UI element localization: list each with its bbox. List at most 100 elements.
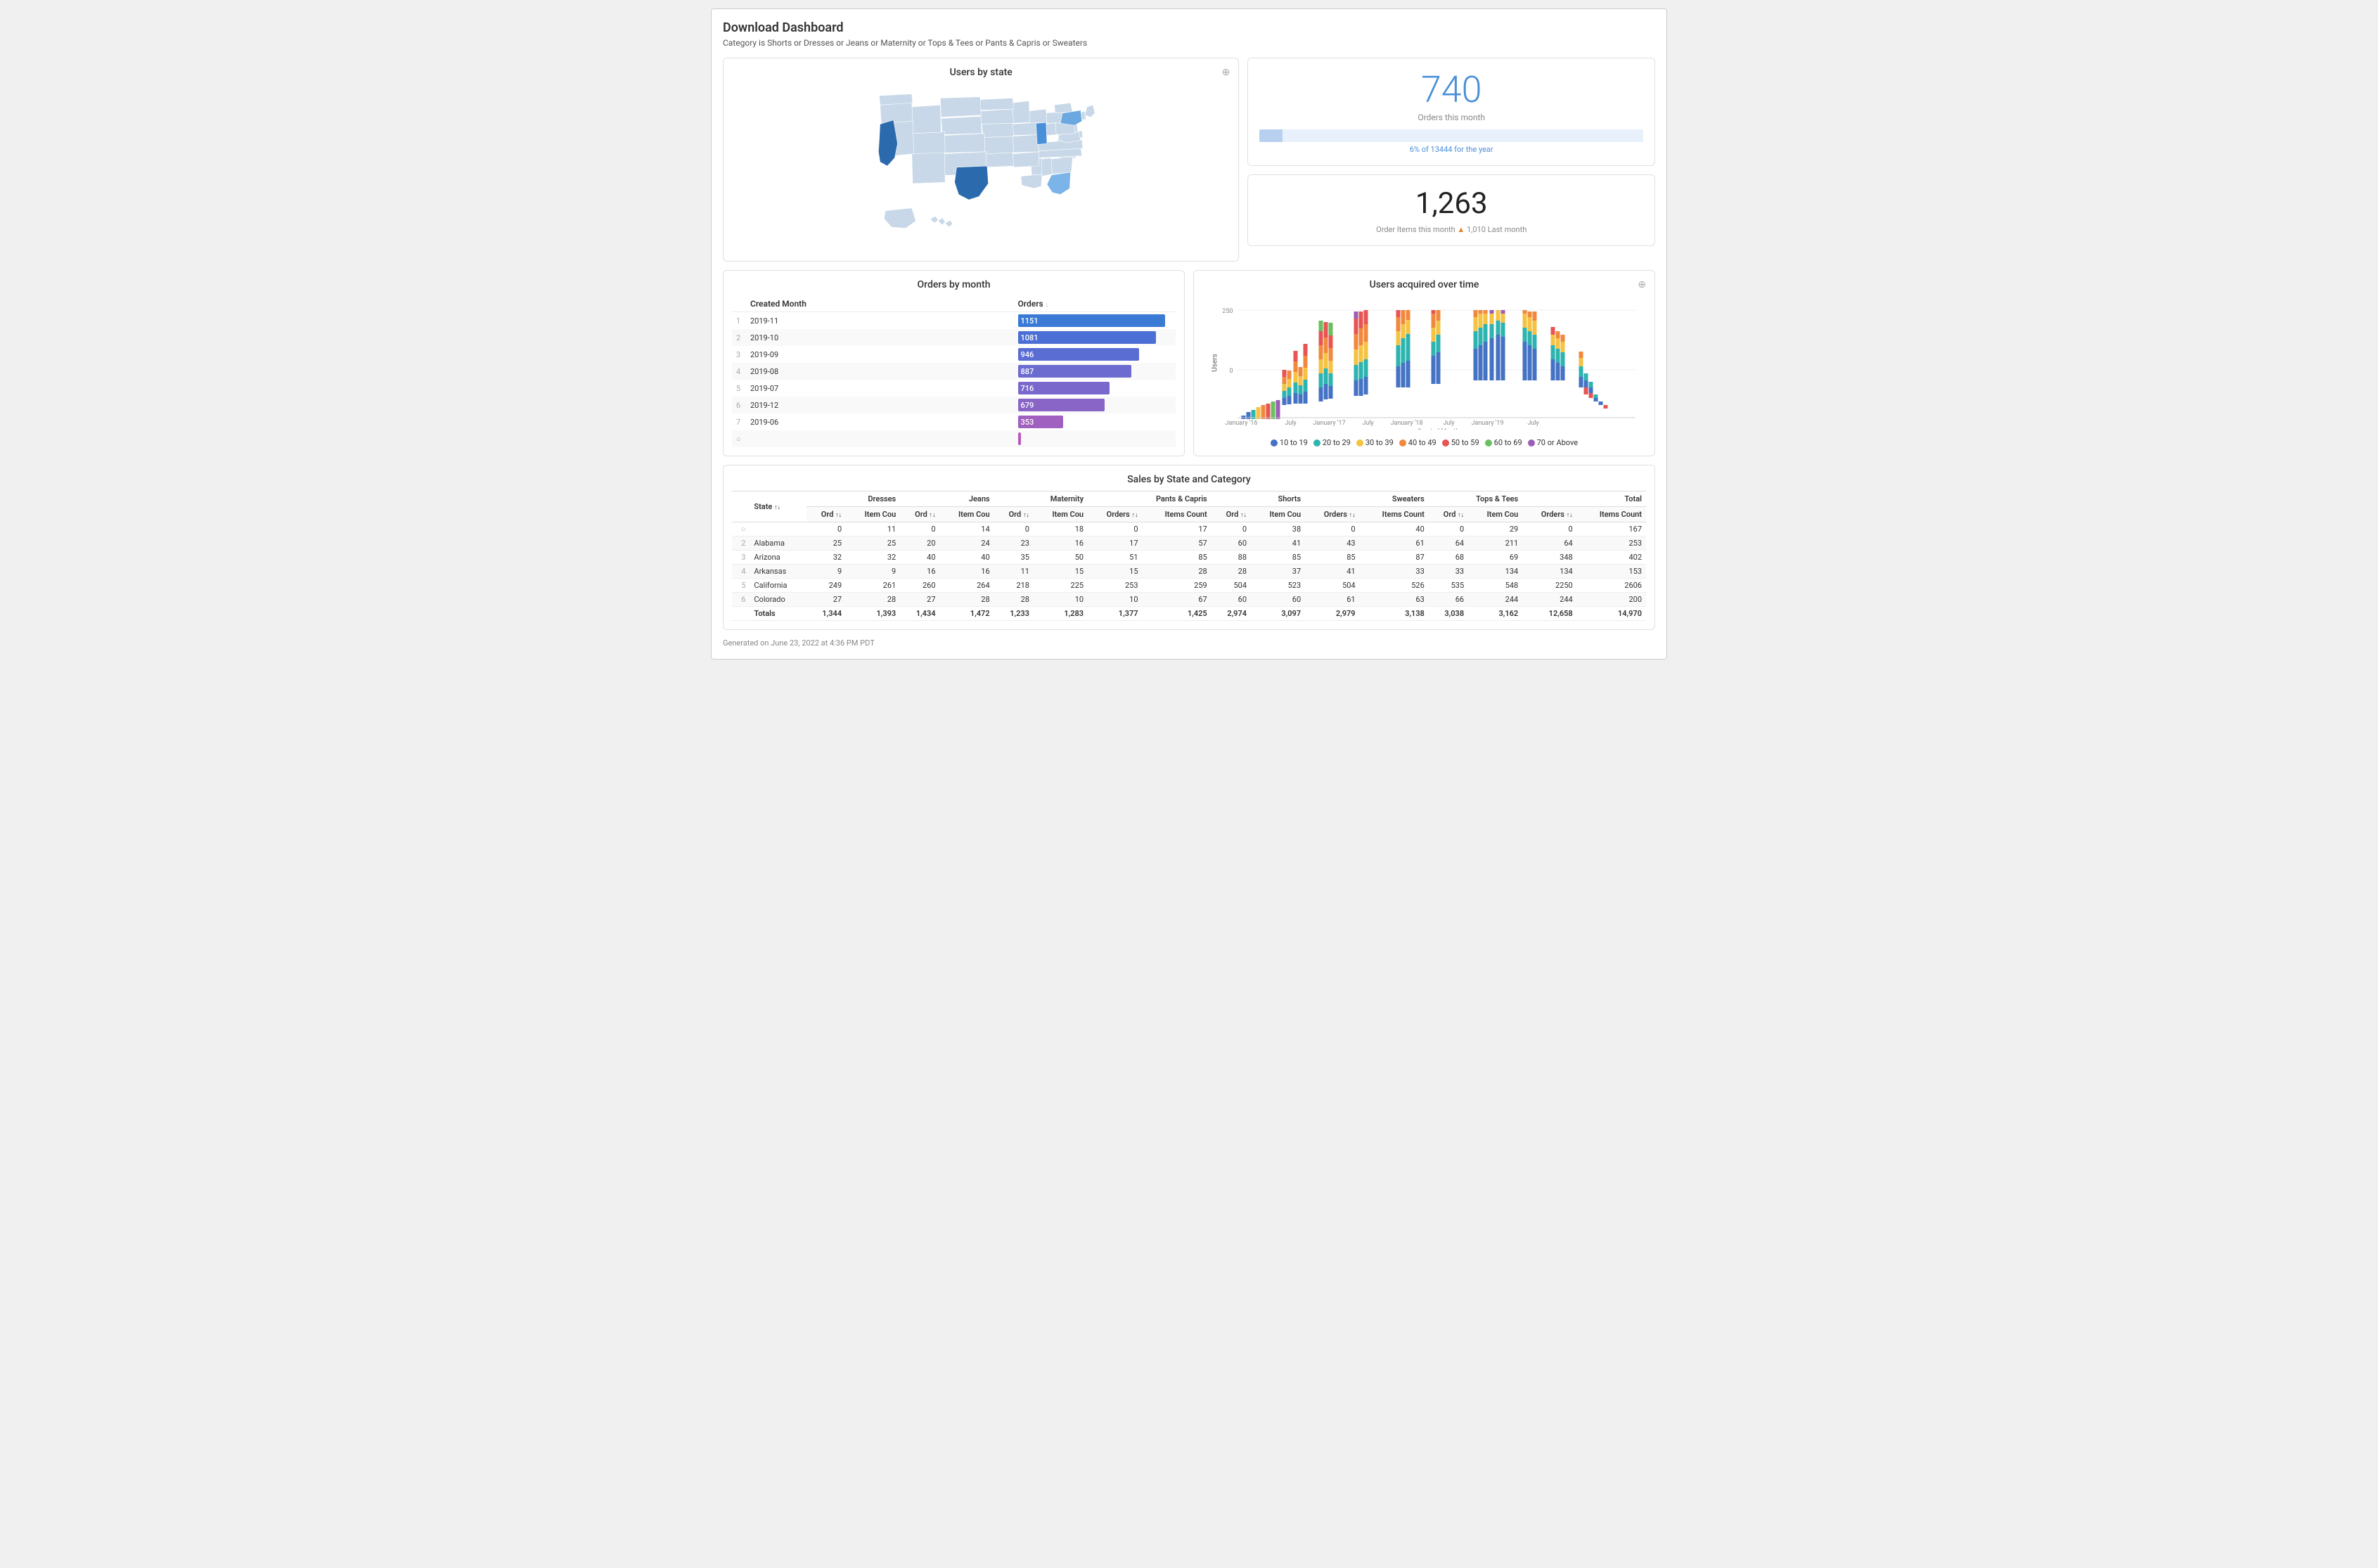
th-jeans: Jeans bbox=[900, 491, 994, 507]
th-d-ord[interactable]: Ord ↑↓ bbox=[806, 507, 846, 522]
legend-item: 70 or Above bbox=[1528, 438, 1578, 447]
col-header-row-2: Ord ↑↓ Item Cou Ord ↑↓ Item Cou Ord ↑↓ I… bbox=[732, 507, 1646, 522]
svg-text:January '19: January '19 bbox=[1472, 420, 1504, 427]
row-rank: 3 bbox=[732, 346, 746, 363]
orders-year-bar bbox=[1259, 129, 1643, 142]
table-row: 4 Arkansas 9 9 16 16 11 15 15 28 28 37 4… bbox=[732, 565, 1646, 579]
th-sweaters: Sweaters bbox=[1305, 491, 1429, 507]
legend-item: 10 to 19 bbox=[1271, 438, 1308, 447]
row-month bbox=[746, 430, 1014, 447]
orders-col-rank bbox=[732, 296, 746, 312]
orders-month-label: Orders this month bbox=[1259, 113, 1643, 122]
globe-icon-2[interactable]: ⊕ bbox=[1638, 279, 1646, 290]
th-total: Total bbox=[1522, 491, 1646, 507]
legend-item: 30 to 39 bbox=[1356, 438, 1394, 447]
th-pc-orders[interactable]: Orders ↑↓ bbox=[1088, 507, 1142, 522]
svg-text:July: July bbox=[1285, 420, 1297, 427]
row-month: 2019-07 bbox=[746, 380, 1014, 397]
orders-month-panel: 740 Orders this month 6% of 13444 for th… bbox=[1247, 58, 1655, 166]
orders-table-row: 3 2019-09 946 bbox=[732, 346, 1176, 363]
us-map-container bbox=[732, 84, 1230, 252]
svg-text:0: 0 bbox=[1229, 368, 1233, 375]
top-row: Users by state ⊕ bbox=[723, 58, 1655, 262]
svg-text:January '17: January '17 bbox=[1313, 420, 1346, 427]
sales-table-title: Sales by State and Category bbox=[732, 474, 1646, 485]
sales-data-table: State ↑↓ Dresses Jeans Maternity Pants &… bbox=[732, 491, 1646, 621]
th-s-ic: Item Cou bbox=[1251, 507, 1305, 522]
globe-icon[interactable]: ⊕ bbox=[1222, 67, 1230, 78]
row-bar: 887 bbox=[1014, 363, 1176, 380]
legend-label: 40 to 49 bbox=[1408, 438, 1437, 447]
th-tot-ic: Items Count bbox=[1577, 507, 1646, 522]
th-s-ord[interactable]: Ord ↑↓ bbox=[1212, 507, 1251, 522]
svg-text:January '18: January '18 bbox=[1391, 420, 1423, 427]
order-items-label: Order Items this month ▲ 1,010 Last mont… bbox=[1259, 225, 1643, 234]
th-tot-orders[interactable]: Orders ↑↓ bbox=[1522, 507, 1576, 522]
orders-year-text: 6% of 13444 for the year bbox=[1259, 145, 1643, 154]
legend-label: 60 to 69 bbox=[1494, 438, 1522, 447]
orders-table-row: 4 2019-08 887 bbox=[732, 363, 1176, 380]
legend-dot bbox=[1442, 439, 1449, 446]
th-shorts: Shorts bbox=[1212, 491, 1305, 507]
th-t-ord[interactable]: Ord ↑↓ bbox=[1429, 507, 1468, 522]
orders-month-table: Created Month Orders ↓ 1 2019-11 1151 2 … bbox=[732, 296, 1176, 447]
row-month: 2019-11 bbox=[746, 312, 1014, 330]
th-state[interactable]: State ↑↓ bbox=[750, 491, 806, 522]
legend-dot bbox=[1399, 439, 1406, 446]
orders-table-row: 5 2019-07 716 bbox=[732, 380, 1176, 397]
dashboard-subtitle: Category is Shorts or Dresses or Jeans o… bbox=[723, 38, 1655, 48]
row-rank: 7 bbox=[732, 413, 746, 430]
sales-state-category-panel: Sales by State and Category State ↑↓ Dre… bbox=[723, 465, 1655, 630]
sort-icon: ↓ bbox=[1046, 302, 1049, 309]
users-over-time-panel: Users acquired over time ⊕ Users 250 0 bbox=[1193, 270, 1655, 456]
th-dresses: Dresses bbox=[806, 491, 900, 507]
table-row: 3 Arizona 32 32 40 40 35 50 51 85 88 85 … bbox=[732, 551, 1646, 565]
orders-month-number: 740 bbox=[1259, 70, 1643, 110]
row-bar: 679 bbox=[1014, 397, 1176, 413]
svg-text:Users: Users bbox=[1212, 354, 1219, 372]
table-row: 6 Colorado 27 28 27 28 28 10 10 67 60 60… bbox=[732, 593, 1646, 607]
row-rank: 6 bbox=[732, 397, 746, 413]
th-pants-capris: Pants & Capris bbox=[1088, 491, 1212, 507]
th-d-ic: Item Cou bbox=[846, 507, 900, 522]
mid-row: Orders by month Created Month Orders ↓ bbox=[723, 270, 1655, 456]
row-rank: 4 bbox=[732, 363, 746, 380]
row-bar: 716 bbox=[1014, 380, 1176, 397]
th-m-ord[interactable]: Ord ↑↓ bbox=[994, 507, 1034, 522]
map-panel: Users by state ⊕ bbox=[723, 58, 1239, 262]
table-scroll-container[interactable]: State ↑↓ Dresses Jeans Maternity Pants &… bbox=[732, 491, 1646, 621]
chart-legend: 10 to 1920 to 2930 to 3940 to 4950 to 59… bbox=[1202, 438, 1646, 447]
table-row: ○ 0 11 0 14 0 18 0 17 0 38 0 40 0 29 0 1… bbox=[732, 522, 1646, 536]
legend-item: 60 to 69 bbox=[1485, 438, 1522, 447]
table-row: 5 California 249 261 260 264 218 225 253… bbox=[732, 579, 1646, 593]
orders-table-body: 1 2019-11 1151 2 2019-10 1081 3 2019-09 … bbox=[732, 312, 1176, 448]
svg-text:July: July bbox=[1443, 420, 1455, 427]
legend-dot bbox=[1356, 439, 1363, 446]
orders-col-orders[interactable]: Orders ↓ bbox=[1014, 296, 1176, 312]
th-rank bbox=[732, 491, 750, 522]
th-sw-orders[interactable]: Orders ↑↓ bbox=[1305, 507, 1359, 522]
orders-table-row: 1 2019-11 1151 bbox=[732, 312, 1176, 330]
row-bar: 946 bbox=[1014, 346, 1176, 363]
legend-dot bbox=[1313, 439, 1320, 446]
th-maternity: Maternity bbox=[994, 491, 1088, 507]
legend-item: 40 to 49 bbox=[1399, 438, 1437, 447]
legend-dot bbox=[1271, 439, 1278, 446]
row-bar bbox=[1014, 430, 1176, 447]
category-header-row: State ↑↓ Dresses Jeans Maternity Pants &… bbox=[732, 491, 1646, 507]
orders-table-row: 2 2019-10 1081 bbox=[732, 329, 1176, 346]
row-rank: ○ bbox=[732, 430, 746, 447]
svg-text:July: July bbox=[1527, 420, 1539, 427]
row-bar: 353 bbox=[1014, 413, 1176, 430]
table-row: 2 Alabama 25 25 20 24 23 16 17 57 60 41 … bbox=[732, 536, 1646, 551]
orders-table-row: 7 2019-06 353 bbox=[732, 413, 1176, 430]
th-j-ord[interactable]: Ord ↑↓ bbox=[900, 507, 939, 522]
sales-table-body: ○ 0 11 0 14 0 18 0 17 0 38 0 40 0 29 0 1… bbox=[732, 522, 1646, 607]
map-title: Users by state bbox=[732, 67, 1230, 78]
th-tops-tees: Tops & Tees bbox=[1429, 491, 1522, 507]
stacked-bar-chart: Users 250 0 bbox=[1202, 296, 1646, 430]
orders-year-bar-fill bbox=[1259, 129, 1283, 142]
row-rank: 1 bbox=[732, 312, 746, 330]
right-metric-panels: 740 Orders this month 6% of 13444 for th… bbox=[1247, 58, 1655, 262]
totals-row: Totals 1,344 1,393 1,434 1,472 1,233 1,2… bbox=[732, 607, 1646, 621]
